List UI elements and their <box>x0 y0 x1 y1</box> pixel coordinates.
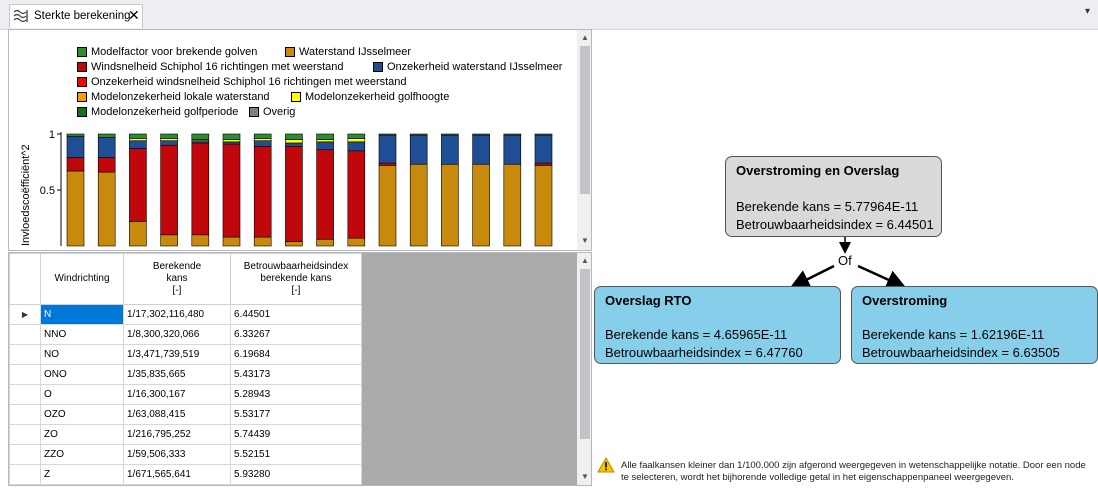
tree-connectors <box>789 237 907 289</box>
node-title: Overstroming <box>862 293 948 308</box>
node-kans: Berekende kans = 4.65965E-11 <box>605 327 788 342</box>
node-title: Overstroming en Overslag <box>736 163 900 178</box>
node-index: Betrouwbaarheidsindex = 6.47760 <box>605 345 803 360</box>
node-index: Betrouwbaarheidsindex = 6.44501 <box>736 217 934 232</box>
tree-node-overslag-rto[interactable]: Overslag RTO Berekende kans = 4.65965E-1… <box>594 286 841 364</box>
tree-node-overstroming[interactable]: Overstroming Berekende kans = 1.62196E-1… <box>851 286 1098 364</box>
or-gate-label: Of <box>838 253 852 268</box>
node-kans: Berekende kans = 1.62196E-11 <box>862 327 1045 342</box>
rounding-notice: Alle faalkansen kleiner dan 1/100.000 zi… <box>621 460 1086 483</box>
tree-node-overstroming-en-overslag[interactable]: Overstroming en Overslag Berekende kans … <box>725 156 942 237</box>
warning-icon <box>597 457 615 473</box>
node-index: Betrouwbaarheidsindex = 6.63505 <box>862 345 1060 360</box>
edge-gate-to-right <box>857 264 907 289</box>
edge-gate-to-left <box>789 264 835 289</box>
node-kans: Berekende kans = 5.77964E-11 <box>736 199 919 214</box>
node-title: Overslag RTO <box>605 293 692 308</box>
